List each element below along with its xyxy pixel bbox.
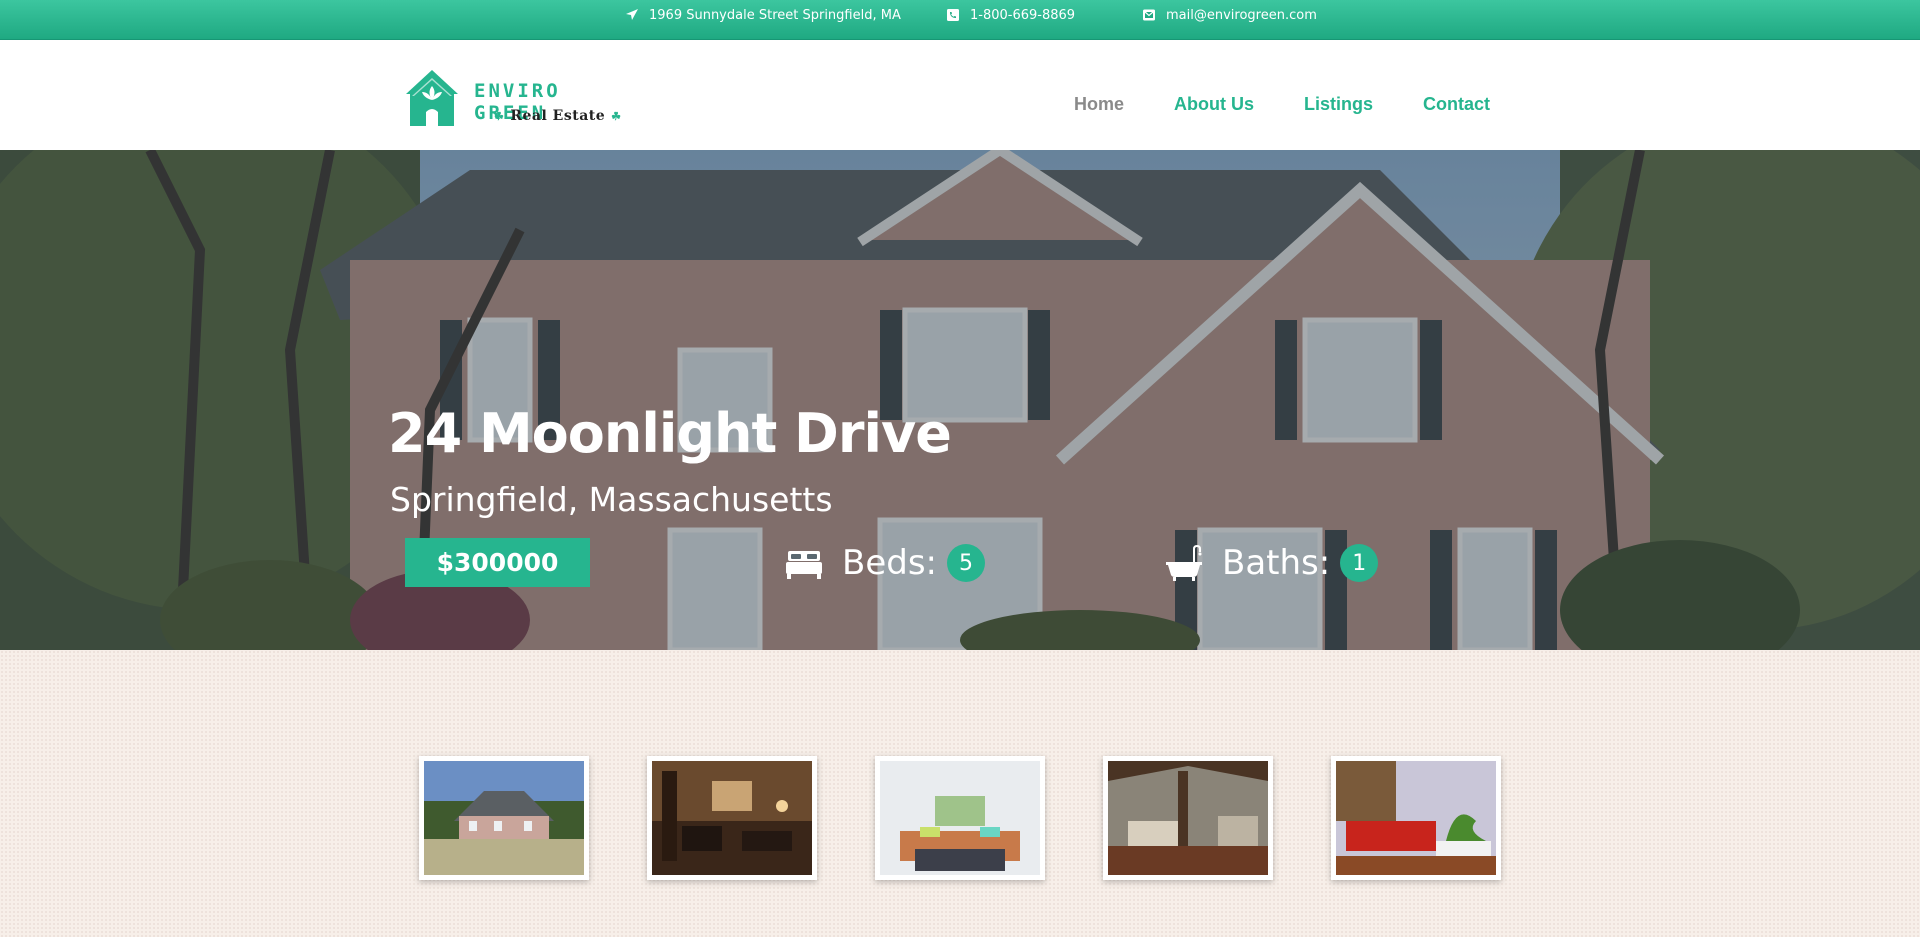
great-room-wood-beams-photo (1108, 761, 1268, 875)
house-exterior-photo (424, 761, 584, 875)
living-room-bright-photo (880, 761, 1040, 875)
nav-listings[interactable]: Listings (1304, 94, 1373, 115)
location-arrow-icon (626, 9, 638, 20)
baths-stat: Baths: 1 (1164, 538, 1379, 588)
price-tag: $300000 (405, 538, 590, 587)
gallery-thumb-living-room-bright[interactable] (875, 756, 1045, 880)
listing-location: Springfield, Massachusetts (390, 480, 833, 519)
phone-icon (947, 9, 959, 21)
bathtub-icon (1166, 544, 1202, 581)
nav-contact[interactable]: Contact (1423, 94, 1490, 115)
leaf-ornament-icon: ☘ (494, 110, 505, 123)
address-text: 1969 Sunnydale Street Springfield, MA (649, 7, 901, 23)
top-contact-bar: 1969 Sunnydale Street Springfield, MA 1-… (0, 0, 1920, 40)
baths-label: Baths: (1222, 543, 1331, 583)
email-text[interactable]: mail@envirogreen.com (1166, 8, 1317, 23)
address-item: 1969 Sunnydale Street Springfield, MA (625, 0, 901, 30)
living-room-red-sofa-photo (1336, 761, 1496, 875)
envelope-icon (1143, 9, 1155, 21)
gallery-thumb-living-room-dark[interactable] (647, 756, 817, 880)
living-room-dark-photo (652, 761, 812, 875)
baths-count-badge: 1 (1340, 544, 1379, 582)
leaf-ornament-icon: ☘ (611, 110, 622, 123)
beds-stat: Beds: 5 (784, 538, 985, 588)
photo-gallery (0, 650, 1920, 937)
house-leaf-icon (406, 70, 458, 126)
email-item[interactable]: mail@envirogreen.com (1142, 0, 1317, 30)
bed-icon (786, 551, 822, 579)
gallery-thumb-great-room[interactable] (1103, 756, 1273, 880)
brand-tagline: Real Estate (510, 108, 606, 124)
main-nav: Home About Us Listings Contact (1074, 94, 1490, 115)
site-header: ENVIRO GREEN ☘ Real Estate ☘ Home About Us… (0, 40, 1920, 150)
brand-tagline-row: ☘ Real Estate ☘ (488, 108, 628, 124)
listing-title: 24 Moonlight Drive (388, 402, 952, 465)
brand-logo[interactable]: ENVIRO GREEN ☘ Real Estate ☘ (404, 68, 634, 128)
beds-count-badge: 5 (947, 544, 985, 582)
phone-text[interactable]: 1-800-669-8869 (970, 8, 1075, 23)
nav-home[interactable]: Home (1074, 94, 1124, 115)
gallery-thumb-living-room-red-sofa[interactable] (1331, 756, 1501, 880)
gallery-thumb-house-exterior[interactable] (419, 756, 589, 880)
nav-about-us[interactable]: About Us (1174, 94, 1254, 115)
hero-banner: 24 Moonlight Drive Springfield, Massachu… (0, 150, 1920, 650)
phone-item[interactable]: 1-800-669-8869 (946, 0, 1075, 30)
beds-label: Beds: (842, 543, 937, 583)
